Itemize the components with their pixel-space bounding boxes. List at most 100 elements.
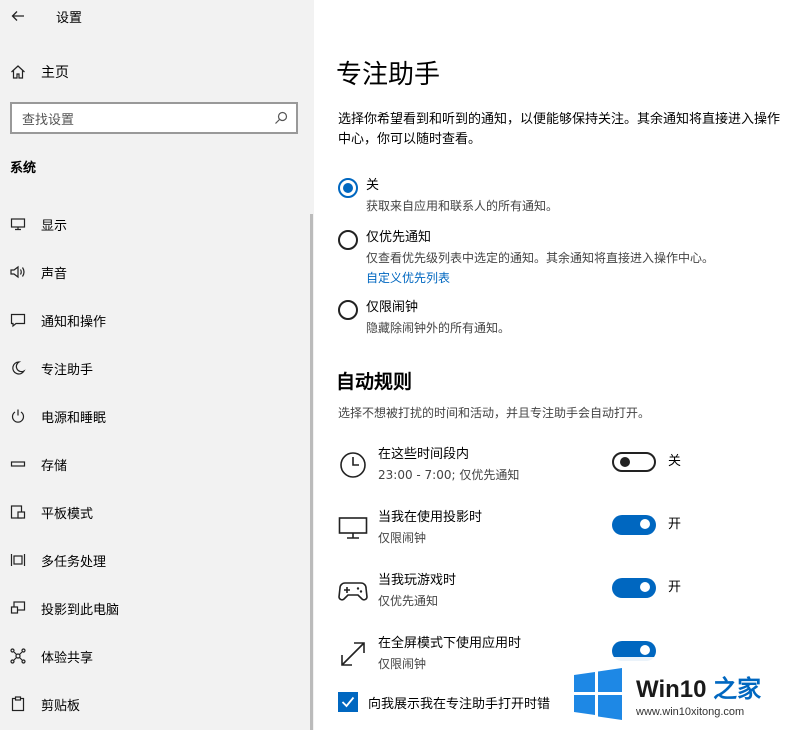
rule-title: 在这些时间段内 bbox=[378, 447, 470, 462]
rule-toggle[interactable] bbox=[612, 578, 656, 598]
page-description: 选择你希望看到和听到的通知，以便能够保持关注。其余通知将直接进入操作中心，你可以… bbox=[338, 112, 781, 147]
radio-button[interactable] bbox=[338, 300, 358, 320]
toggle-knob bbox=[620, 457, 630, 467]
watermark-brand: Win10 bbox=[636, 676, 707, 703]
home-icon bbox=[9, 63, 27, 81]
windows-logo-icon bbox=[574, 667, 622, 720]
page-title: 专注助手 bbox=[336, 60, 441, 90]
radio-label: 仅优先通知 bbox=[366, 230, 432, 245]
display-icon bbox=[338, 513, 368, 543]
toggle-knob bbox=[640, 645, 650, 655]
rule-title: 在全屏模式下使用应用时 bbox=[378, 636, 522, 651]
sidebar-item-multitasking[interactable]: 多任务处理 bbox=[0, 536, 310, 584]
watermark-brand-accent: 之家 bbox=[706, 676, 762, 703]
sidebar-item-label: 电源和睡眠 bbox=[41, 410, 107, 426]
monitor-icon bbox=[9, 215, 27, 233]
rule-title: 当我玩游戏时 bbox=[378, 573, 457, 588]
home-label: 主页 bbox=[41, 65, 69, 81]
radio-label: 关 bbox=[366, 178, 380, 193]
share-icon bbox=[9, 647, 27, 665]
sidebar-item-label: 专注助手 bbox=[41, 362, 94, 378]
power-icon bbox=[9, 407, 27, 425]
window-title: 设置 bbox=[56, 10, 83, 26]
sidebar-item-storage[interactable]: 存储 bbox=[0, 440, 310, 488]
sidebar-item-tablet-mode[interactable]: 平板模式 bbox=[0, 488, 310, 536]
radio-button[interactable] bbox=[338, 230, 358, 250]
sidebar-item-home[interactable]: 主页 bbox=[0, 56, 314, 88]
radio-priority-only[interactable]: 仅优先通知 仅查看优先级列表中选定的通知。其余通知将直接进入操作中心。 自定义优… bbox=[338, 228, 714, 288]
radio-button-checked[interactable] bbox=[338, 178, 358, 198]
clipboard-icon bbox=[9, 695, 27, 713]
fullscreen-icon bbox=[338, 639, 368, 669]
radio-alarms-only[interactable]: 仅限闹钟 隐藏除闹钟外的所有通知。 bbox=[338, 298, 510, 338]
rule-subtitle: 23:00 - 7:00; 仅优先通知 bbox=[378, 468, 520, 482]
sidebar-item-label: 存储 bbox=[41, 458, 68, 474]
toggle-state-label: 开 bbox=[668, 580, 682, 595]
back-arrow-icon bbox=[11, 11, 24, 21]
checkmark-icon bbox=[341, 696, 355, 708]
toggle-state-label: 开 bbox=[668, 517, 682, 532]
multitask-icon bbox=[9, 551, 27, 569]
search-placeholder: 查找设置 bbox=[22, 112, 75, 128]
sidebar-item-sound[interactable]: 声音 bbox=[0, 248, 310, 296]
toggle-knob bbox=[640, 519, 650, 529]
rule-subtitle: 仅限闹钟 bbox=[378, 531, 427, 545]
sidebar-item-notifications[interactable]: 通知和操作 bbox=[0, 296, 310, 344]
sidebar-item-shared-experiences[interactable]: 体验共享 bbox=[0, 632, 310, 680]
sidebar-scrollbar[interactable] bbox=[310, 214, 313, 730]
nav-list: 显示 声音 通知和操作 专注助手 电源和睡眠 存储 平板模式 多任务处理 投影到… bbox=[0, 200, 310, 728]
sidebar-item-label: 通知和操作 bbox=[41, 314, 107, 330]
radio-dot bbox=[343, 183, 353, 193]
sidebar-item-label: 体验共享 bbox=[41, 650, 94, 666]
checkbox-label: 向我展示我在专注助手打开时错 bbox=[368, 696, 551, 712]
search-icon bbox=[275, 111, 288, 124]
clock-icon bbox=[338, 450, 368, 480]
radio-description: 获取来自应用和联系人的所有通知。 bbox=[366, 199, 559, 213]
toggle-state-label: 关 bbox=[668, 454, 682, 469]
storage-icon bbox=[9, 455, 27, 473]
show-summary-checkbox-row[interactable]: 向我展示我在专注助手打开时错 bbox=[338, 692, 550, 712]
radio-description: 仅查看优先级列表中选定的通知。其余通知将直接进入操作中心。 bbox=[366, 251, 715, 265]
tablet-icon bbox=[9, 503, 27, 521]
project-icon bbox=[9, 599, 27, 617]
sidebar: 设置 主页 查找设置 系统 显示 声音 通知和操作 专注助手 电源和睡眠 存储 … bbox=[0, 0, 314, 730]
title-bar: 设置 bbox=[0, 0, 314, 32]
sidebar-item-power[interactable]: 电源和睡眠 bbox=[0, 392, 310, 440]
customize-priority-list-link[interactable]: 自定义优先列表 bbox=[366, 268, 714, 288]
section-title: 系统 bbox=[10, 161, 37, 176]
auto-rules-heading: 自动规则 bbox=[336, 371, 413, 393]
watermark: Win10 之家 www.win10xitong.com bbox=[566, 657, 797, 730]
rule-during-these-times[interactable]: 在这些时间段内 23:00 - 7:00; 仅优先通知 关 bbox=[338, 446, 778, 490]
rule-title: 当我在使用投影时 bbox=[378, 510, 483, 525]
back-button[interactable] bbox=[0, 0, 36, 32]
sidebar-item-label: 多任务处理 bbox=[41, 554, 107, 570]
rule-subtitle: 仅优先通知 bbox=[378, 594, 439, 608]
watermark-url: www.win10xitong.com bbox=[636, 706, 745, 718]
toggle-knob bbox=[640, 582, 650, 592]
radio-off[interactable]: 关 获取来自应用和联系人的所有通知。 bbox=[338, 176, 558, 216]
sidebar-item-project[interactable]: 投影到此电脑 bbox=[0, 584, 310, 632]
speaker-icon bbox=[9, 263, 27, 281]
checkbox-checked[interactable] bbox=[338, 692, 358, 712]
sidebar-item-display[interactable]: 显示 bbox=[0, 200, 310, 248]
rule-duplicating-display[interactable]: 当我在使用投影时 仅限闹钟 开 bbox=[338, 509, 778, 553]
sidebar-item-label: 显示 bbox=[41, 218, 68, 234]
rule-playing-game[interactable]: 当我玩游戏时 仅优先通知 开 bbox=[338, 572, 778, 616]
sidebar-item-clipboard[interactable]: 剪贴板 bbox=[0, 680, 310, 728]
rule-toggle[interactable] bbox=[612, 452, 656, 472]
sidebar-item-label: 投影到此电脑 bbox=[41, 602, 120, 618]
moon-icon bbox=[9, 359, 27, 377]
search-input[interactable]: 查找设置 bbox=[10, 102, 298, 134]
sidebar-item-focus-assist[interactable]: 专注助手 bbox=[0, 344, 310, 392]
gamepad-icon bbox=[338, 576, 368, 606]
auto-rules-description: 选择不想被打扰的时间和活动，并且专注助手会自动打开。 bbox=[338, 406, 651, 420]
rule-subtitle: 仅限闹钟 bbox=[378, 657, 427, 671]
sidebar-item-label: 声音 bbox=[41, 266, 68, 282]
main-content: 专注助手 选择你希望看到和听到的通知，以便能够保持关注。其余通知将直接进入操作中… bbox=[314, 0, 797, 730]
notification-icon bbox=[9, 311, 27, 329]
rule-toggle[interactable] bbox=[612, 515, 656, 535]
sidebar-item-label: 剪贴板 bbox=[41, 698, 81, 714]
radio-description: 隐藏除闹钟外的所有通知。 bbox=[366, 321, 511, 335]
sidebar-item-label: 平板模式 bbox=[41, 506, 94, 522]
radio-label: 仅限闹钟 bbox=[366, 300, 419, 315]
